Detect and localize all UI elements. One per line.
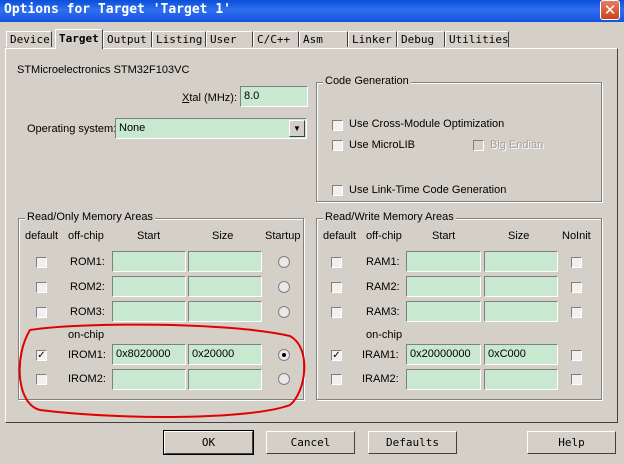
help-button[interactable]: Help bbox=[527, 431, 616, 454]
ok-button[interactable]: OK bbox=[163, 430, 254, 455]
tab-target[interactable]: Target bbox=[55, 29, 103, 49]
cancel-button[interactable]: Cancel bbox=[266, 431, 355, 454]
defaults-button[interactable]: Defaults bbox=[368, 431, 457, 454]
red-annotation-ellipse bbox=[18, 323, 306, 418]
annotation-overlay bbox=[18, 323, 306, 418]
